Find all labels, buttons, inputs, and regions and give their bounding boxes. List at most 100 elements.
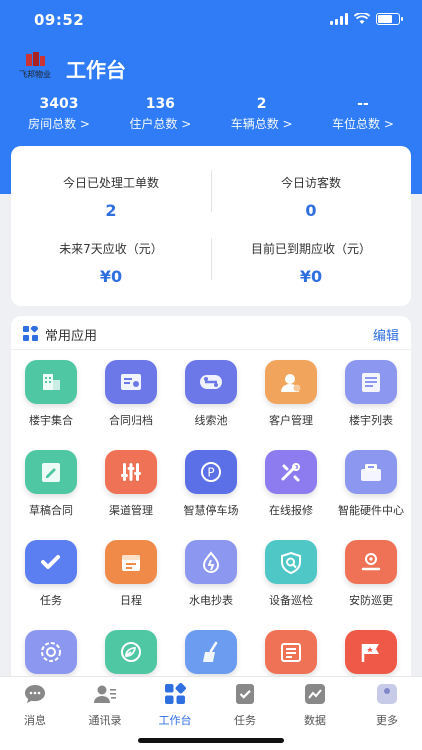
stat-label: 住户总数 > — [129, 117, 192, 131]
stat-rooms[interactable]: 3403 房间总数 > — [14, 96, 104, 136]
summary-label: 今日已处理工单数 — [62, 176, 159, 190]
task-icon — [236, 684, 254, 704]
task-check-icon — [25, 540, 77, 584]
repair-icon — [265, 450, 317, 494]
draft-contract-icon — [25, 450, 77, 494]
app-item[interactable]: 客户管理 — [251, 360, 331, 428]
tab-label: 任务 — [234, 714, 256, 727]
apps-grid-icon — [23, 326, 38, 341]
status-bar: 09:52 — [0, 0, 422, 44]
stat-parking[interactable]: -- 车位总数 > — [318, 96, 408, 136]
app-item[interactable]: 楼宇列表 — [331, 360, 411, 428]
app-label: 任务 — [40, 594, 62, 607]
app-item[interactable]: 合同归档 — [91, 360, 171, 428]
signal-icon — [330, 13, 348, 25]
inspection-icon — [265, 540, 317, 584]
target-icon — [25, 630, 77, 674]
building-icon — [25, 360, 77, 404]
app-item[interactable]: 安防巡更 — [331, 540, 411, 608]
app-item[interactable]: 渠道管理 — [91, 450, 171, 518]
wifi-icon — [354, 13, 370, 24]
tab-label: 数据 — [304, 714, 326, 727]
stat-residents[interactable]: 136 住户总数 > — [115, 96, 205, 136]
common-apps-panel: 常用应用 编辑 楼宇集合 合同归档 线索池 客户管理 楼宇列表草稿合同 渠道管理 P 智慧停车… — [11, 316, 411, 676]
app-item[interactable]: 线索池 — [171, 360, 251, 428]
message-icon — [25, 685, 45, 703]
app-item[interactable]: 任务 — [11, 540, 91, 608]
app-label: 在线报修 — [269, 504, 313, 517]
app-item[interactable]: 智能硬件中心 — [331, 450, 411, 518]
app-item[interactable] — [331, 630, 411, 676]
patrol-icon — [345, 540, 397, 584]
tab-label: 消息 — [24, 714, 46, 727]
contract-archive-icon — [105, 360, 157, 404]
stat-label: 车位总数 > — [332, 117, 394, 131]
battery-icon — [376, 13, 403, 25]
summary-today-orders[interactable]: 今日已处理工单数 2 — [11, 174, 211, 220]
divider — [211, 170, 212, 212]
stat-value: -- — [357, 96, 369, 112]
stat-label: 房间总数 > — [28, 117, 90, 131]
more-icon — [377, 684, 397, 704]
stat-vehicles[interactable]: 2 车辆总数 > — [217, 96, 307, 136]
app-item[interactable] — [171, 630, 251, 676]
contacts-icon — [94, 685, 116, 703]
tab-data[interactable]: 数据 — [280, 683, 350, 728]
summary-value: ¥0 — [99, 267, 123, 286]
hardware-icon — [345, 450, 397, 494]
broom-icon — [185, 630, 237, 674]
app-item[interactable]: 日程 — [91, 540, 171, 608]
summary-due-receivable[interactable]: 目前已到期应收（元） ¥0 — [211, 240, 411, 286]
status-icons — [330, 13, 403, 25]
tab-label: 通讯录 — [88, 714, 122, 727]
app-item[interactable]: 在线报修 — [251, 450, 331, 518]
calendar-icon — [105, 540, 157, 584]
building-list-icon — [345, 360, 397, 404]
app-label: 安防巡更 — [349, 594, 393, 607]
tab-label: 更多 — [376, 714, 398, 727]
app-item[interactable]: 楼宇集合 — [11, 360, 91, 428]
app-item[interactable]: 水电抄表 — [171, 540, 251, 608]
logo-text: 飞邦物业 — [19, 69, 51, 79]
stats-row: 3403 房间总数 > 136 住户总数 > 2 车辆总数 > -- 车位总数 > — [0, 96, 422, 136]
stat-value: 136 — [145, 96, 175, 112]
tab-label: 工作台 — [158, 714, 192, 727]
app-item[interactable] — [11, 630, 91, 676]
app-label: 渠道管理 — [109, 504, 153, 517]
summary-today-visitors[interactable]: 今日访客数 0 — [211, 174, 411, 220]
app-label: 智能硬件中心 — [338, 504, 404, 517]
app-item[interactable] — [251, 630, 331, 676]
customer-icon — [265, 360, 317, 404]
app-item[interactable]: 设备巡检 — [251, 540, 331, 608]
summary-label: 目前已到期应收（元） — [250, 242, 371, 256]
tab-contacts[interactable]: 通讯录 — [70, 683, 140, 728]
page-title: 工作台 — [66, 58, 126, 82]
stat-value: 2 — [256, 96, 267, 112]
tab-tasks[interactable]: 任务 — [210, 683, 280, 728]
app-item[interactable]: P 智慧停车场 — [171, 450, 251, 518]
tab-more[interactable]: 更多 — [352, 683, 422, 728]
app-item[interactable]: 草稿合同 — [11, 450, 91, 518]
summary-receivable-7days[interactable]: 未来7天应收（元） ¥0 — [11, 240, 211, 286]
parking-icon: P — [185, 450, 237, 494]
apps-header: 常用应用 编辑 — [11, 316, 411, 350]
tab-workbench[interactable]: 工作台 — [140, 683, 210, 728]
app-label: 合同归档 — [109, 414, 153, 427]
summary-value: ¥0 — [299, 267, 323, 286]
workbench-icon — [165, 683, 186, 704]
notice-icon — [265, 630, 317, 674]
stat-value: 3403 — [39, 96, 79, 112]
leaf-icon — [105, 630, 157, 674]
company-logo: 飞邦物业 — [19, 52, 51, 79]
app-label: 设备巡检 — [269, 594, 313, 607]
app-item[interactable] — [91, 630, 171, 676]
app-label: 楼宇列表 — [349, 414, 393, 427]
tab-messages[interactable]: 消息 — [0, 683, 70, 728]
summary-value: 2 — [105, 201, 117, 220]
app-label: 楼宇集合 — [29, 414, 73, 427]
divider — [211, 238, 212, 280]
edit-button[interactable]: 编辑 — [373, 325, 399, 344]
meter-icon — [185, 540, 237, 584]
app-label: 日程 — [120, 594, 142, 607]
status-time: 09:52 — [34, 11, 85, 29]
